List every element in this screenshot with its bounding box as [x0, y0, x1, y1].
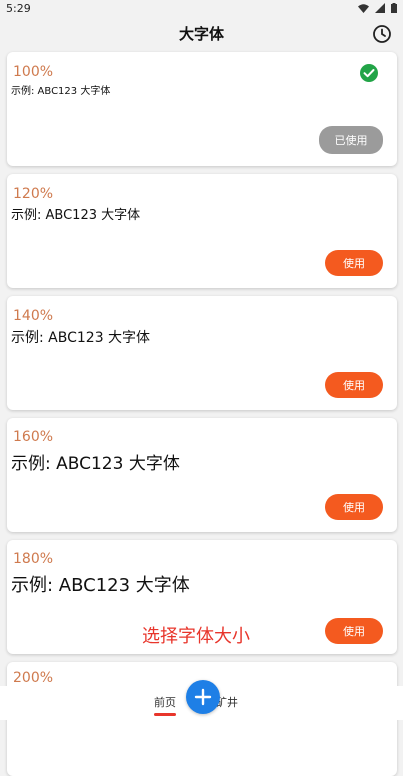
font-size-percent: 160%	[13, 429, 54, 445]
font-size-percent: 140%	[13, 308, 54, 324]
used-button[interactable]: 已使用	[319, 126, 383, 154]
font-size-percent: 180%	[13, 551, 54, 567]
check-circle-icon	[360, 64, 378, 82]
use-button[interactable]: 使用	[325, 618, 383, 644]
plus-icon	[194, 688, 212, 706]
status-bar: 5:29	[0, 0, 403, 18]
font-sample-text: 示例: ABC123 大字体	[11, 208, 141, 223]
font-sample-text: 示例: ABC123 大字体	[11, 575, 190, 596]
use-button[interactable]: 使用	[325, 372, 383, 398]
font-size-card-120: 120% 示例: ABC123 大字体 使用	[7, 174, 397, 288]
font-size-percent: 120%	[13, 186, 54, 202]
use-button[interactable]: 使用	[325, 250, 383, 276]
font-size-percent: 200%	[13, 670, 54, 686]
nav-item-home[interactable]: 前页	[154, 694, 176, 716]
status-time: 5:29	[6, 2, 31, 15]
status-icons	[358, 3, 397, 13]
history-clock-icon[interactable]	[371, 23, 393, 45]
signal-icon	[375, 3, 385, 13]
app-bar: 大字体	[0, 18, 403, 50]
use-button[interactable]: 使用	[325, 494, 383, 520]
page-title: 大字体	[178, 25, 224, 43]
font-sample-text: 示例: ABC123 大字体	[11, 330, 151, 346]
overlay-caption: 选择字体大小	[142, 626, 250, 647]
font-sample-text: 示例: ABC123 大字体	[11, 454, 180, 474]
font-size-card-160: 160% 示例: ABC123 大字体 使用	[7, 418, 397, 532]
font-size-card-100: 100% 示例: ABC123 大字体 已使用	[7, 52, 397, 166]
font-size-card-140: 140% 示例: ABC123 大字体 使用	[7, 296, 397, 410]
battery-icon	[391, 3, 397, 13]
font-sample-text: 示例: ABC123 大字体	[11, 86, 111, 97]
wifi-icon	[358, 3, 369, 13]
font-size-percent: 100%	[13, 64, 54, 80]
add-button[interactable]	[186, 680, 220, 714]
